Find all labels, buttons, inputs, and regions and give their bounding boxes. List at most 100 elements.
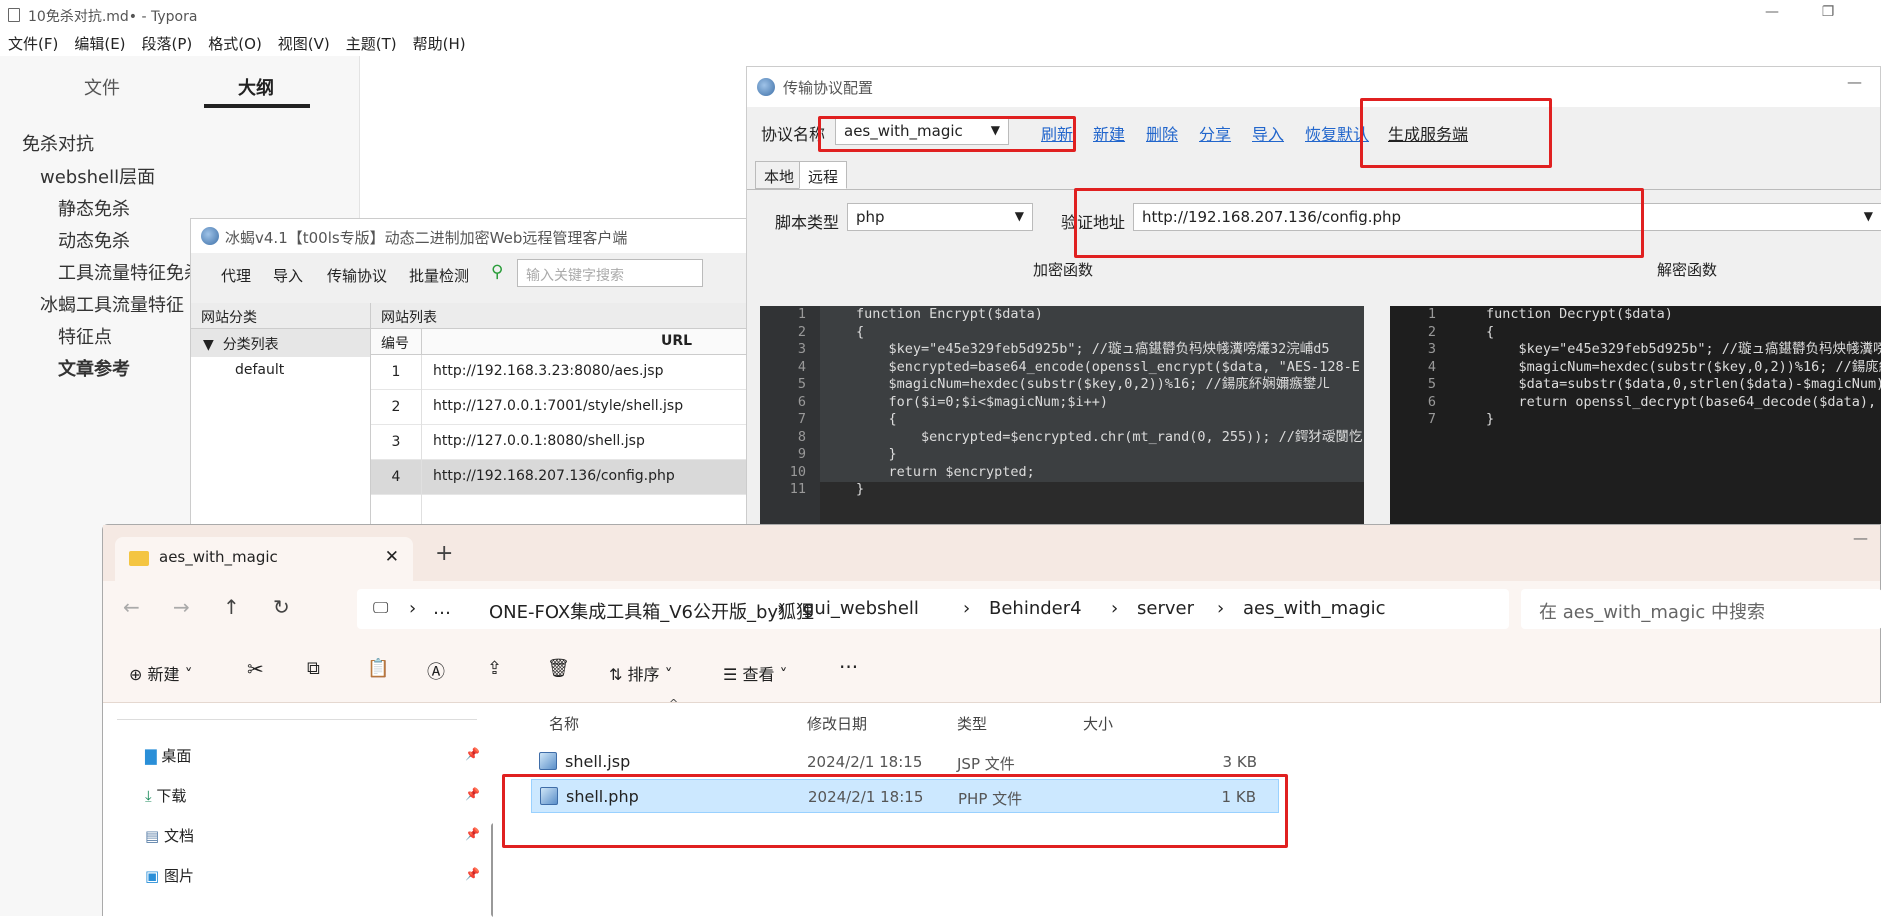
menu-help[interactable]: 帮助(H) [405,30,474,54]
view-button[interactable]: ☰ 查看 ˅ [723,661,788,685]
menu-theme[interactable]: 主题(T) [338,30,405,54]
col-name[interactable]: 名称 [549,713,579,734]
encrypt-code-editor[interactable]: 1 2 3 4 5 6 7 8 9 10 11 function Encrypt($data){ $… [760,306,1364,524]
search-input[interactable]: 输入关键字搜索 [517,259,703,287]
up-icon[interactable]: ↑ [223,595,240,619]
add-tab-icon[interactable]: + [435,541,453,566]
view-label: 查看 [742,665,775,684]
category-default[interactable]: default [191,357,370,378]
outline-item[interactable]: 特征点 [58,323,112,349]
col-divider [421,355,422,529]
tab-outline[interactable]: 大纲 [238,74,274,100]
cut-icon[interactable]: ✂ [247,657,264,681]
outline-item[interactable]: 免杀对抗 [22,130,94,156]
pin-icon[interactable]: 📌 [465,867,480,881]
menu-batch-check[interactable]: 批量检测 [409,265,469,286]
nav-label: 桌面 [161,747,192,765]
pin-icon[interactable]: 📌 [465,827,480,841]
typora-menubar: 文件(F) 编辑(E) 段落(P) 格式(O) 视图(V) 主题(T) 帮助(H) [0,30,1881,56]
share-link[interactable]: 分享 [1199,121,1231,145]
explorer-tabbar: aes_with_magic ✕ + — [103,525,1880,581]
menu-proxy[interactable]: 代理 [221,265,251,286]
copy-icon[interactable]: ⧉ [307,658,320,679]
col-type[interactable]: 类型 [957,713,987,734]
outline-item[interactable]: 静态免杀 [58,195,130,221]
computer-icon[interactable]: 🖵 [373,598,388,618]
sort-button[interactable]: ⇅ 排序 ˅ [609,661,673,685]
rename-icon[interactable]: Ⓐ [427,658,445,684]
navigation-pane: ▇ 桌面 ⤓ 下载 ▤ 文档 ▣ 图片 📌 📌 📌 📌 [103,703,497,917]
forward-icon[interactable]: → [173,595,190,619]
row-number: 4 [391,469,401,485]
delete-link[interactable]: 删除 [1146,121,1178,145]
chevron-right-icon[interactable]: › [777,598,784,619]
category-header: 网站分类 [191,303,370,329]
code-line: { [856,323,865,340]
tab-files[interactable]: 文件 [84,74,120,100]
new-button[interactable]: ⊕ 新建 ˅ [129,661,193,685]
refresh-icon[interactable]: ↻ [273,595,290,619]
breadcrumb-item[interactable]: Behinder4 [989,598,1082,619]
menu-transport-protocol[interactable]: 传输协议 [327,265,387,286]
col-date[interactable]: 修改日期 [807,713,867,734]
more-icon[interactable]: ··· [839,655,858,679]
menu-paragraph[interactable]: 段落(P) [134,30,201,54]
line-number: 11 [789,481,806,497]
pin-icon[interactable]: 📌 [465,787,480,801]
chevron-right-icon[interactable]: › [409,598,416,619]
back-icon[interactable]: ← [123,595,140,619]
menu-edit[interactable]: 编辑(E) [66,30,133,54]
minimize-icon[interactable]: — [1762,4,1782,24]
col-url[interactable]: URL [661,333,692,349]
decrypt-code-editor[interactable]: 1234567 function Decrypt($data){ $key="e… [1390,306,1881,524]
nav-item-pictures[interactable]: ▣ 图片 [145,865,194,886]
menu-view[interactable]: 视图(V) [270,30,338,54]
minimize-icon[interactable]: — [1853,529,1868,547]
tab-remote[interactable]: 远程 [799,161,848,189]
menu-import[interactable]: 导入 [273,265,303,286]
table-row[interactable]: 1 http://192.168.3.23:8080/aes.jsp [371,355,751,390]
search-input[interactable]: 在 aes_with_magic 中搜索 [1521,589,1881,629]
chevron-right-icon[interactable]: › [1217,598,1224,619]
typora-app-icon [8,8,20,22]
outline-item[interactable]: 冰蝎工具流量特征 [40,291,184,317]
breadcrumb-item[interactable]: ONE-FOX集成工具箱_V6公开版_by狐狸 [489,598,814,624]
nav-item-documents[interactable]: ▤ 文档 [145,825,194,846]
outline-item-active[interactable]: 文章参考 [58,355,130,381]
chevron-right-icon[interactable]: › [1111,598,1118,619]
new-link[interactable]: 新建 [1093,121,1125,145]
close-icon[interactable]: ✕ [385,547,399,567]
paste-icon[interactable]: 📋 [367,658,389,679]
minimize-icon[interactable]: — [1847,73,1862,91]
outline-item[interactable]: 工具流量特征免杀 [58,259,202,285]
category-root-label: 分类列表 [222,337,279,353]
table-row[interactable]: 3 http://127.0.0.1:8080/shell.jsp [371,425,751,460]
import-link[interactable]: 导入 [1252,121,1284,145]
share-icon[interactable]: ⇪ [487,658,502,679]
tab-local[interactable]: 本地 [755,161,804,189]
table-row[interactable]: 2 http://127.0.0.1:7001/style/shell.jsp [371,390,751,425]
restore-icon[interactable]: ❐ [1818,4,1838,24]
col-number[interactable]: 编号 [381,333,409,353]
chevron-right-icon[interactable]: › [963,598,970,619]
script-type-select[interactable]: php ▼ [847,203,1033,231]
menu-file[interactable]: 文件(F) [0,30,66,54]
more-path-icon[interactable]: … [433,598,451,619]
breadcrumb-item-current[interactable]: aes_with_magic [1243,598,1386,619]
nav-item-downloads[interactable]: ⤓ 下载 [145,785,186,806]
menu-format[interactable]: 格式(O) [200,30,270,54]
pin-icon[interactable]: 📌 [465,747,480,761]
outline-item[interactable]: 动态免杀 [58,227,130,253]
address-bar[interactable]: 🖵 › … ONE-FOX集成工具箱_V6公开版_by狐狸 › gui_webs… [357,589,1509,629]
decrypt-label: 解密函数 [1657,261,1718,279]
category-root[interactable]: ▼ 分类列表 [191,329,370,357]
breadcrumb-item[interactable]: server [1137,598,1194,619]
delete-icon[interactable]: 🗑 [547,658,570,679]
table-row-selected[interactable]: 4 http://192.168.207.136/config.php [371,460,751,495]
nav-item-desktop[interactable]: ▇ 桌面 [145,745,191,766]
explorer-tab[interactable]: aes_with_magic ✕ [115,537,413,581]
breadcrumb-item[interactable]: gui_webshell [803,598,919,619]
col-size[interactable]: 大小 [1083,713,1113,734]
outline-item[interactable]: webshell层面 [40,163,155,189]
tree-expand-icon[interactable]: ▼ [203,337,214,353]
